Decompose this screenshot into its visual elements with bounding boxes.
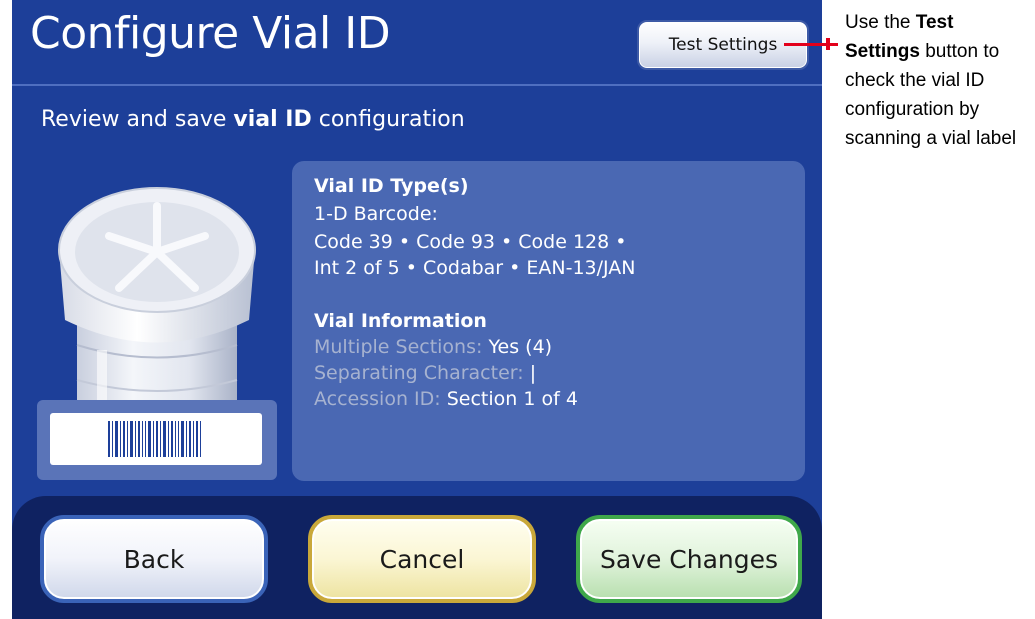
accession-id-row: Accession ID: Section 1 of 4 [314, 388, 578, 410]
vial-id-summary-panel: Vial ID Type(s) 1-D Barcode: Code 39 • C… [292, 161, 805, 481]
barcode-label-card [37, 400, 277, 480]
header-divider [12, 84, 822, 86]
accession-id-value: Section 1 of 4 [446, 388, 578, 410]
callout-pointer-tick [826, 38, 830, 50]
barcode-type-label: 1-D Barcode: [314, 203, 438, 225]
back-button[interactable]: Back [40, 515, 268, 603]
barcode-types-line-1: Code 39 • Code 93 • Code 128 • [314, 231, 627, 253]
save-changes-button[interactable]: Save Changes [576, 515, 802, 603]
vial-id-types-heading: Vial ID Type(s) [314, 175, 469, 197]
subtitle-bold-text: vial ID [233, 107, 312, 132]
page-title: Configure Vial ID [30, 8, 391, 59]
multiple-sections-row: Multiple Sections: Yes (4) [314, 336, 552, 358]
multiple-sections-value: Yes (4) [488, 336, 553, 358]
callout-annotation: Use the Test Settings button to check th… [845, 8, 1030, 153]
barcode-label [50, 413, 262, 465]
barcode-icon [108, 421, 201, 457]
separating-character-value: | [529, 362, 537, 384]
multiple-sections-label: Multiple Sections: [314, 336, 483, 358]
vial-information-heading: Vial Information [314, 310, 487, 332]
callout-text-start: Use the [845, 12, 916, 33]
separating-character-label: Separating Character: [314, 362, 524, 384]
barcode-types-line-2: Int 2 of 5 • Codabar • EAN-13/JAN [314, 257, 636, 279]
page-subtitle: Review and save vial ID configuration [41, 107, 465, 132]
subtitle-text-end: configuration [311, 107, 465, 132]
subtitle-text: Review and save [41, 107, 234, 132]
accession-id-label: Accession ID: [314, 388, 441, 410]
cancel-button[interactable]: Cancel [308, 515, 536, 603]
separating-character-row: Separating Character: | [314, 362, 536, 384]
